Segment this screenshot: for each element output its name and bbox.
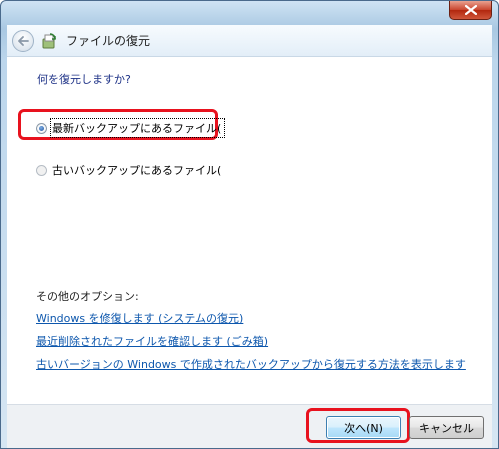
restore-files-window: ファイルの復元 何を復元しますか? 最新バックアップにあるファイル( 古いバック… xyxy=(0,0,499,449)
content-area: 何を復元しますか? 最新バックアップにあるファイル( 古いバックアップにあるファ… xyxy=(7,57,492,404)
link-recycle-bin[interactable]: 最近削除されたファイルを確認します (ごみ箱) xyxy=(36,333,268,349)
radio-latest-backup[interactable]: 最新バックアップにあるファイル( xyxy=(36,118,226,138)
window-header: ファイルの復元 xyxy=(7,25,492,57)
radio-button[interactable] xyxy=(36,164,47,176)
radio-older-backup[interactable]: 古いバックアップにあるファイル( xyxy=(36,162,221,178)
radio-button[interactable] xyxy=(36,122,47,134)
question-heading: 何を復元しますか? xyxy=(37,73,131,86)
radio-label[interactable]: 古いバックアップにあるファイル( xyxy=(52,162,221,178)
back-arrow-icon xyxy=(18,35,29,46)
cancel-button[interactable]: キャンセル xyxy=(409,416,484,439)
radio-label[interactable]: 最新バックアップにあるファイル( xyxy=(49,118,226,138)
next-button[interactable]: 次へ(N) xyxy=(326,416,401,439)
other-options-heading: その他のオプション: xyxy=(36,290,139,303)
dialog-footer: 次へ(N) キャンセル xyxy=(7,404,492,448)
back-button[interactable] xyxy=(12,29,34,52)
window-title: ファイルの復元 xyxy=(66,34,151,48)
close-icon xyxy=(464,5,477,15)
link-system-restore[interactable]: Windows を修復します (システムの復元) xyxy=(36,310,243,326)
close-button[interactable] xyxy=(449,1,492,20)
restore-files-icon xyxy=(40,32,58,50)
link-older-windows-backup[interactable]: 古いバージョンの Windows で作成されたバックアップから復元する方法を表示… xyxy=(36,356,466,372)
